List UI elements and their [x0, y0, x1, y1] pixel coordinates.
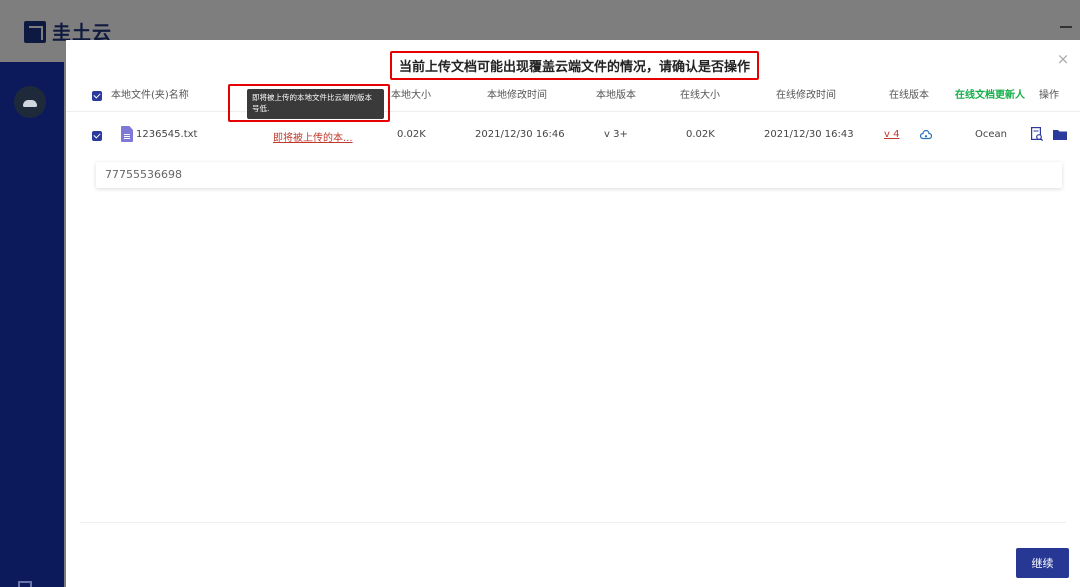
- header-local-version: 本地版本: [596, 90, 636, 101]
- txt-file-icon: [121, 126, 133, 142]
- updater-name: Ocean: [975, 129, 1007, 140]
- logo-mark-icon: [24, 20, 46, 43]
- comment-field[interactable]: 77755536698: [96, 162, 1062, 188]
- header-local-name: 本地文件(夹)名称: [111, 90, 189, 101]
- header-online-updater: 在线文档更新人: [955, 90, 1025, 101]
- header-online-size: 在线大小: [680, 90, 720, 101]
- continue-button[interactable]: 继续: [1016, 548, 1069, 578]
- close-button[interactable]: ×: [1056, 52, 1070, 67]
- header-local-modified: 本地修改时间: [487, 90, 547, 101]
- online-size: 0.02K: [686, 129, 715, 140]
- table-header: 本地文件(夹)名称 本地大小 本地修改时间 本地版本 在线大小 在线修改时间 在…: [66, 88, 1080, 112]
- header-online-version: 在线版本: [889, 90, 929, 101]
- cloud-sync-icon[interactable]: [920, 130, 932, 140]
- header-online-modified: 在线修改时间: [776, 90, 836, 101]
- row-checkbox[interactable]: [92, 131, 102, 141]
- select-all-checkbox[interactable]: [92, 91, 102, 101]
- sidebar-menu-icon[interactable]: [18, 581, 32, 587]
- header-local-size: 本地大小: [391, 90, 431, 101]
- table-row: 1236545.txt 即将被上传的本... 0.02K 2021/12/30 …: [66, 116, 1080, 156]
- footer-divider: [80, 522, 1066, 523]
- app-sidebar: [0, 62, 64, 587]
- file-name: 1236545.txt: [136, 129, 198, 140]
- online-version-link[interactable]: v 4: [884, 129, 899, 140]
- status-link[interactable]: 即将被上传的本...: [273, 129, 353, 144]
- avatar[interactable]: [14, 86, 46, 118]
- dialog-title: 当前上传文档可能出现覆盖云端文件的情况，请确认是否操作: [398, 60, 750, 75]
- local-size: 0.02K: [397, 129, 426, 140]
- comment-text: 77755536698: [105, 168, 182, 181]
- open-folder-icon[interactable]: [1053, 129, 1067, 140]
- view-document-icon[interactable]: [1031, 127, 1043, 141]
- header-actions: 操作: [1039, 90, 1059, 101]
- local-modified: 2021/12/30 16:46: [475, 129, 565, 140]
- online-modified: 2021/12/30 16:43: [764, 129, 854, 140]
- minimize-icon[interactable]: [1060, 26, 1072, 28]
- dialog-title-highlight: 当前上传文档可能出现覆盖云端文件的情况，请确认是否操作: [390, 51, 759, 80]
- local-version: v 3+: [604, 129, 628, 140]
- upload-conflict-dialog: 当前上传文档可能出现覆盖云端文件的情况，请确认是否操作 × 本地文件(夹)名称 …: [66, 40, 1080, 587]
